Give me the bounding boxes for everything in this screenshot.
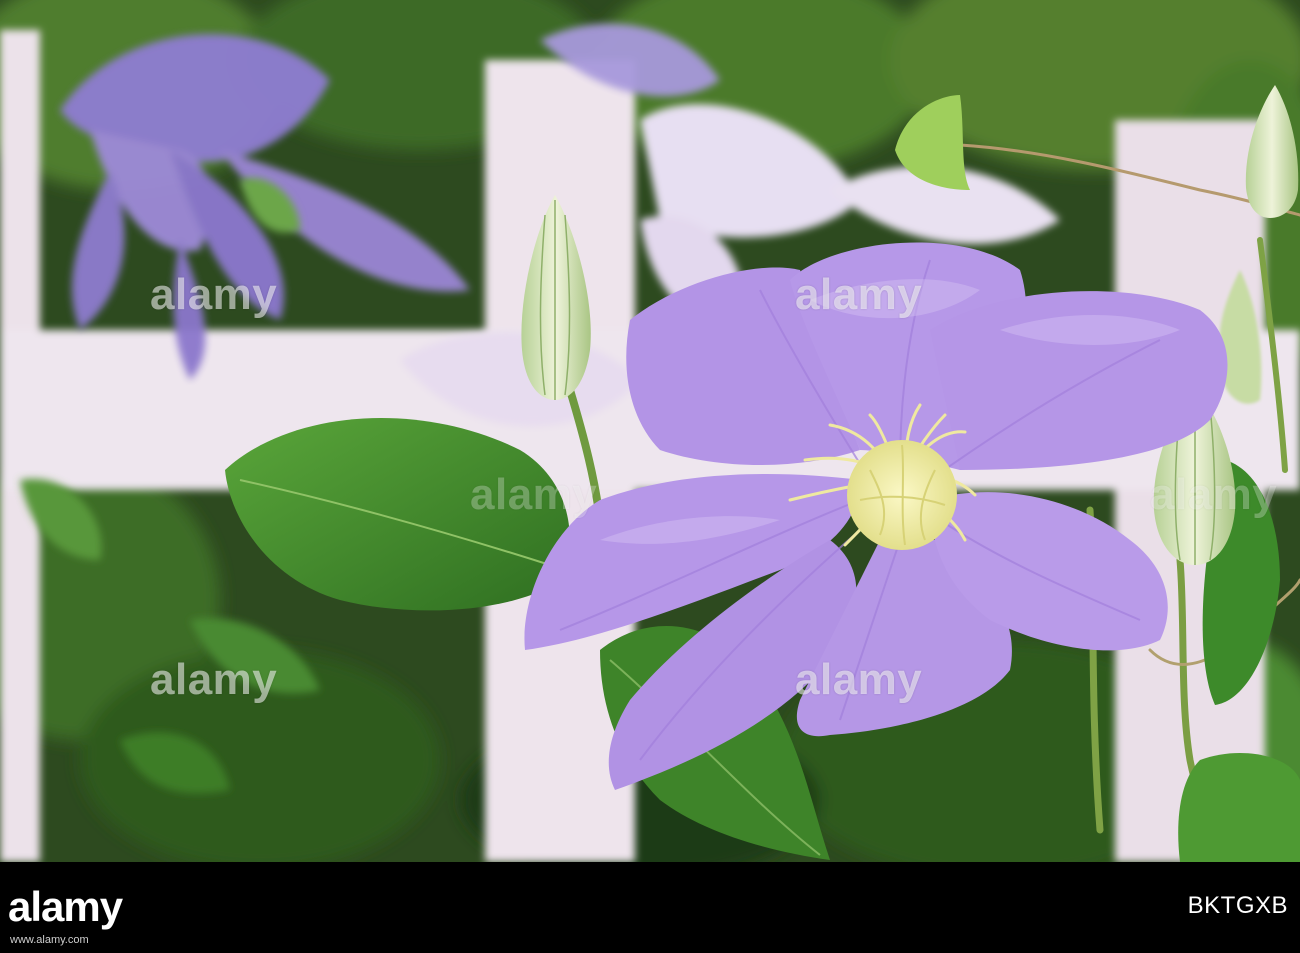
image-id: BKTGXB — [1187, 892, 1288, 919]
clematis-photo — [0, 0, 1300, 862]
alamy-logo: alamy — [8, 876, 198, 938]
photo: alamy alamy alamy alamy alamy alamy — [0, 0, 1300, 862]
footer-bar: alamy BKTGXB www.alamy.com — [0, 862, 1300, 953]
site-url: www.alamy.com — [10, 934, 89, 946]
logo-text: alamy — [8, 883, 123, 930]
